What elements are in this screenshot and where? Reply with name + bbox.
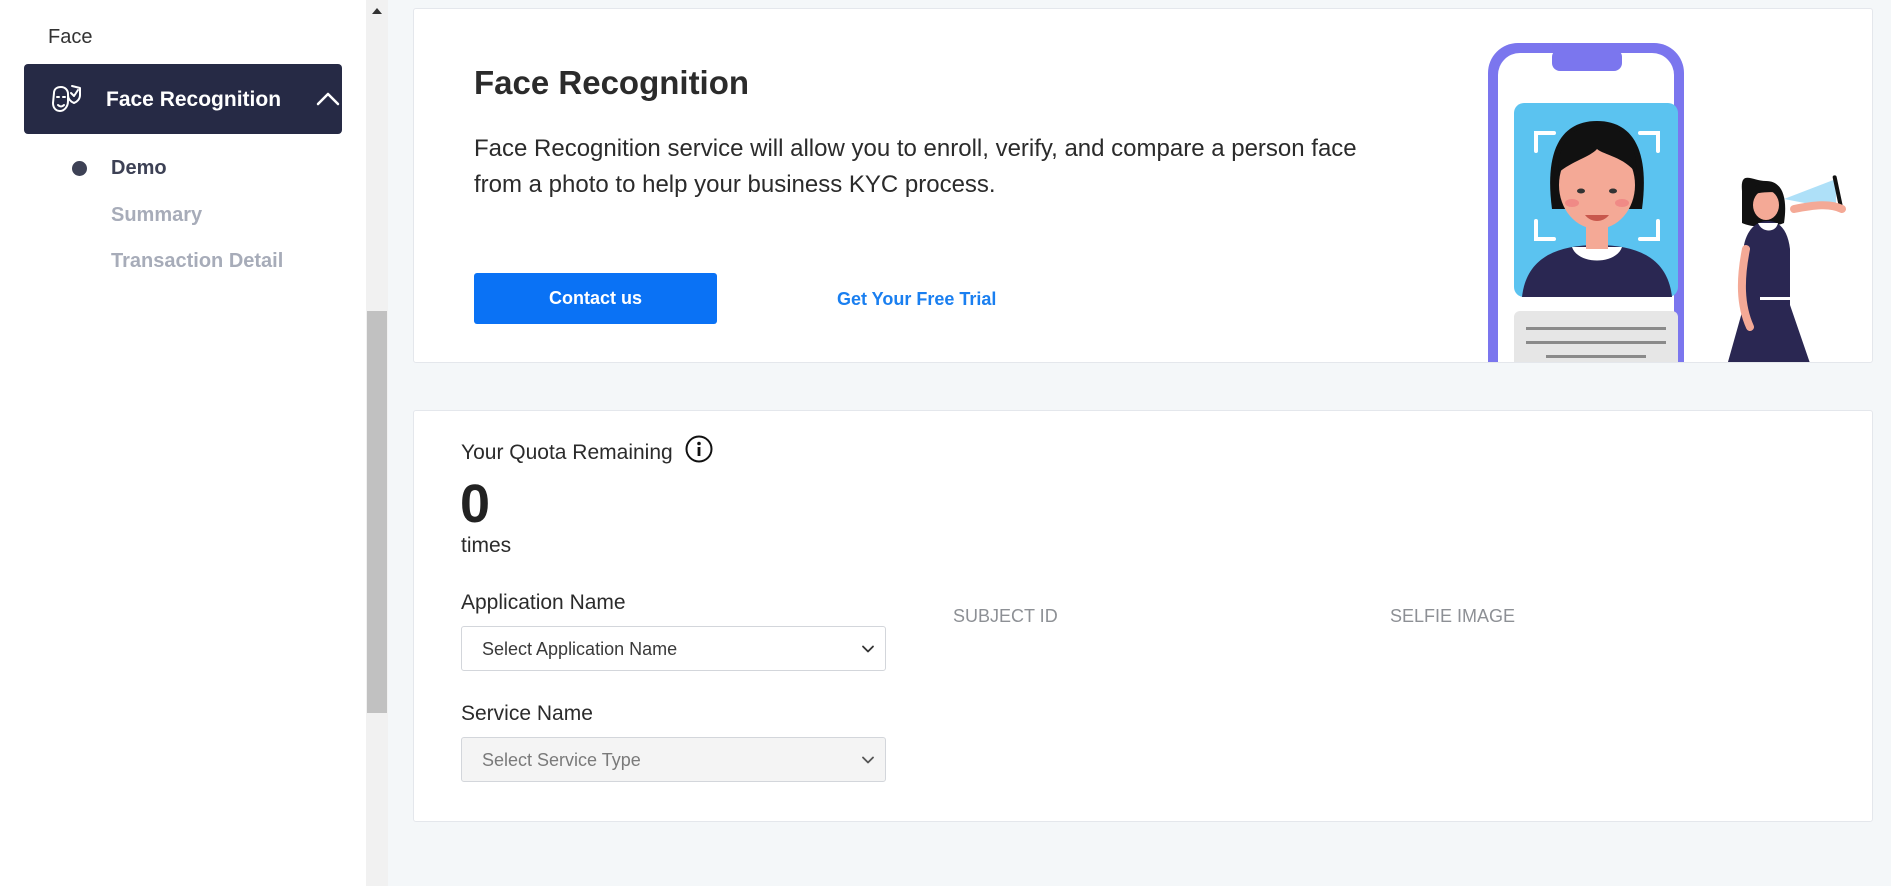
free-trial-link[interactable]: Get Your Free Trial [837, 289, 996, 310]
service-type-select[interactable]: Select Service Type [461, 737, 886, 782]
info-icon[interactable] [684, 434, 714, 464]
face-recognition-icon [52, 85, 81, 112]
hero-card: Face Recognition Face Recognition servic… [413, 8, 1873, 363]
quota-label: Your Quota Remaining [461, 441, 673, 464]
sidebar-scrollbar[interactable] [366, 0, 388, 886]
app-root: Face Face Recognition Demo Summary Trans… [0, 0, 1891, 886]
service-type-placeholder: Select Service Type [482, 750, 641, 770]
contact-us-button[interactable]: Contact us [474, 273, 717, 324]
sidebar-item-label: Face Recognition [106, 88, 282, 111]
face-recognition-illustration [1488, 43, 1846, 362]
sidebar-subitem-transaction-detail[interactable]: Transaction Detail [111, 250, 283, 273]
chevron-down-icon [862, 645, 874, 653]
subject-id-header: SUBJECT ID [953, 606, 1058, 626]
quota-value: 0 [460, 474, 491, 534]
chevron-down-icon [862, 756, 874, 764]
application-name-select[interactable]: Select Application Name [461, 626, 886, 671]
sidebar-section-label: Face [48, 26, 93, 48]
scroll-up-arrow-icon[interactable] [372, 8, 382, 14]
quota-card: Your Quota Remaining 0 times Application… [413, 410, 1873, 822]
page-title: Face Recognition [474, 64, 750, 101]
service-name-label: Service Name [461, 702, 593, 725]
sidebar-subitem-demo[interactable]: Demo [111, 157, 167, 180]
chevron-up-icon[interactable] [316, 91, 340, 107]
sidebar: Face Face Recognition Demo Summary Trans… [0, 0, 366, 886]
service-description: Face Recognition service will allow you … [474, 135, 1357, 198]
selfie-image-header: SELFIE IMAGE [1390, 606, 1516, 626]
scrollbar-thumb[interactable] [367, 311, 387, 713]
sidebar-subitem-summary[interactable]: Summary [111, 204, 202, 227]
application-name-placeholder: Select Application Name [482, 639, 678, 659]
active-subitem-bullet [72, 161, 87, 176]
sidebar-item-face-recognition[interactable]: Face Recognition [24, 64, 342, 134]
quota-unit: times [461, 534, 512, 557]
application-name-label: Application Name [461, 591, 626, 614]
